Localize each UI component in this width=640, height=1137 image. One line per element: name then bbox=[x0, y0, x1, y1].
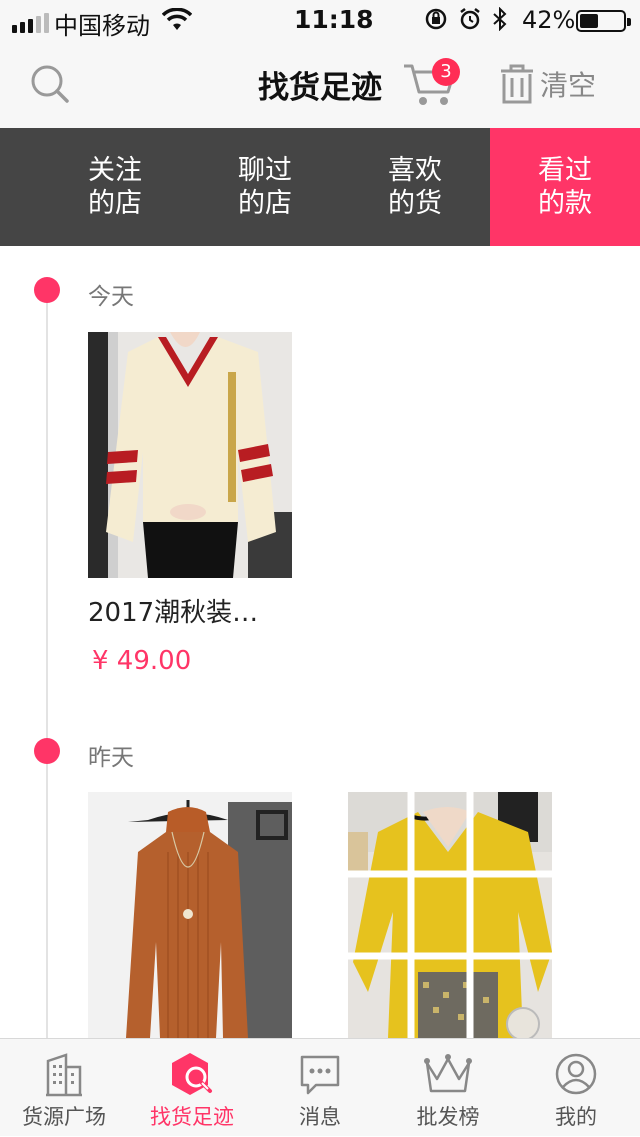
clear-button[interactable]: 清空 bbox=[498, 60, 596, 108]
alarm-icon bbox=[460, 8, 480, 30]
tab-label: 的款 bbox=[538, 188, 592, 219]
clock: 11:18 bbox=[294, 5, 374, 34]
footprint-search-icon bbox=[172, 1053, 212, 1095]
search-icon[interactable] bbox=[28, 62, 72, 106]
timeline-dot bbox=[34, 277, 60, 303]
timeline-dot bbox=[34, 738, 60, 764]
nav-header: 找货足迹 3 清空 bbox=[0, 40, 640, 128]
chat-bubble-icon bbox=[300, 1055, 340, 1095]
tab-label: 看过 bbox=[538, 155, 592, 186]
tab-viewed-items[interactable]: 看过 的款 bbox=[490, 128, 640, 246]
product-image[interactable] bbox=[88, 792, 292, 1038]
tab-footprint[interactable]: 找货足迹 bbox=[128, 1039, 256, 1137]
tab-label: 批发榜 bbox=[416, 1105, 480, 1129]
tab-chatted-shops[interactable]: 聊过 的店 bbox=[190, 128, 340, 246]
crown-icon bbox=[424, 1054, 472, 1093]
tab-label: 的店 bbox=[88, 188, 142, 219]
tab-label: 的货 bbox=[388, 188, 442, 219]
date-label-yesterday: 昨天 bbox=[88, 745, 134, 771]
product-price: ¥ 49.00 bbox=[92, 646, 192, 676]
tab-label: 货源广场 bbox=[22, 1105, 106, 1129]
status-icons bbox=[424, 7, 508, 31]
product-image[interactable] bbox=[348, 792, 552, 1038]
footprint-tabs: 关注 的店 聊过 的店 喜欢 的货 看过 的款 bbox=[0, 128, 640, 246]
tab-wholesale-ranking[interactable]: 批发榜 bbox=[384, 1039, 512, 1137]
tab-label: 找货足迹 bbox=[150, 1105, 234, 1129]
user-icon bbox=[555, 1053, 597, 1095]
trash-icon bbox=[501, 64, 533, 104]
product-image[interactable] bbox=[88, 332, 292, 578]
bluetooth-icon bbox=[493, 7, 507, 31]
signal-strength-icon bbox=[12, 13, 49, 33]
cart-count-badge: 3 bbox=[432, 58, 460, 86]
status-bar: 中国移动 11:18 42% bbox=[0, 0, 640, 40]
tab-label: 消息 bbox=[299, 1105, 341, 1129]
product-name[interactable]: 2017潮秋装… bbox=[88, 592, 258, 629]
carrier-name: 中国移动 bbox=[54, 12, 150, 40]
tab-label: 聊过 bbox=[238, 155, 292, 186]
tab-messages[interactable]: 消息 bbox=[256, 1039, 384, 1137]
battery-fill bbox=[580, 14, 598, 28]
date-label-today: 今天 bbox=[88, 284, 134, 310]
tab-profile[interactable]: 我的 bbox=[512, 1039, 640, 1137]
tab-label: 喜欢 bbox=[388, 155, 442, 186]
tab-liked-goods[interactable]: 喜欢 的货 bbox=[340, 128, 490, 246]
timeline-line bbox=[46, 290, 48, 1038]
tab-supply-plaza[interactable]: 货源广场 bbox=[0, 1039, 128, 1137]
building-icon bbox=[46, 1053, 82, 1097]
tab-label: 我的 bbox=[555, 1105, 597, 1129]
bottom-tab-bar: 货源广场 找货足迹 消息 批发榜 我的 bbox=[0, 1038, 640, 1136]
tab-label: 关注 bbox=[88, 155, 142, 186]
clear-label: 清空 bbox=[540, 69, 597, 102]
battery-icon bbox=[576, 10, 631, 32]
rotation-lock-icon bbox=[425, 8, 447, 30]
tab-label: 的店 bbox=[238, 188, 292, 219]
wifi-icon bbox=[162, 8, 192, 30]
battery-percent: 42% bbox=[522, 6, 576, 34]
tab-followed-shops[interactable]: 关注 的店 bbox=[40, 128, 190, 246]
